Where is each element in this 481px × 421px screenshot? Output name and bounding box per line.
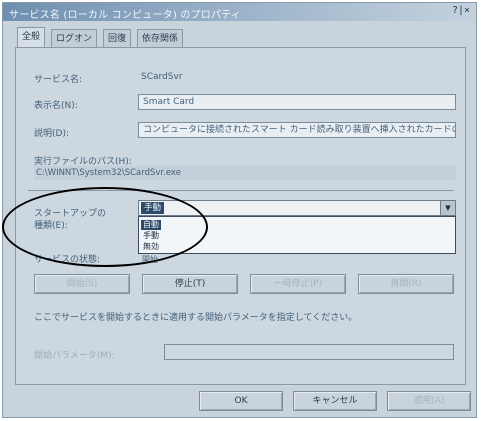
ok-button[interactable]: OK (199, 391, 283, 411)
description-label: 説明(D): (34, 129, 69, 139)
window-title: サービス名 (ローカル コンピュータ) のプロパティ (9, 10, 241, 21)
tab-dependencies[interactable]: 依存関係 (137, 29, 184, 47)
chevron-down-icon[interactable]: ▼ (440, 201, 455, 215)
display-name-field[interactable]: Smart Card (138, 94, 456, 110)
start-params-label: 開始パラメータ(M): (34, 351, 115, 361)
start-params-note: ここでサービスを開始するときに適用する開始パラメータを指定してください。 (34, 313, 358, 323)
service-name-value: SCardSvr (141, 72, 183, 82)
title-bar: サービス名 (ローカル コンピュータ) のプロパティ ?|× (3, 3, 476, 21)
highlight-oval (2, 187, 208, 267)
tab-general[interactable]: 全般 (17, 27, 46, 47)
tab-recovery[interactable]: 回復 (103, 29, 132, 47)
start-service-button[interactable]: 開始(S) (34, 274, 130, 294)
pause-service-button[interactable]: 一時停止(P) (250, 274, 346, 294)
display-name-label: 表示名(N): (34, 101, 78, 111)
cancel-button[interactable]: キャンセル (293, 391, 377, 411)
stop-service-button[interactable]: 停止(T) (142, 274, 238, 294)
tab-logon[interactable]: ログオン (51, 29, 98, 47)
title-bar-controls[interactable]: ?|× (452, 5, 470, 16)
apply-button[interactable]: 適用(A) (387, 391, 471, 411)
description-field[interactable]: コンピュータに接続されたスマート カード読み取り装置へ挿入されたカードの (138, 122, 456, 138)
resume-service-button[interactable]: 再開(R) (358, 274, 454, 294)
exe-path-value: C:\WINNT\System32\SCardSvr.exe (34, 166, 456, 180)
start-params-field[interactable] (164, 344, 454, 360)
service-name-label: サービス名: (34, 75, 83, 85)
